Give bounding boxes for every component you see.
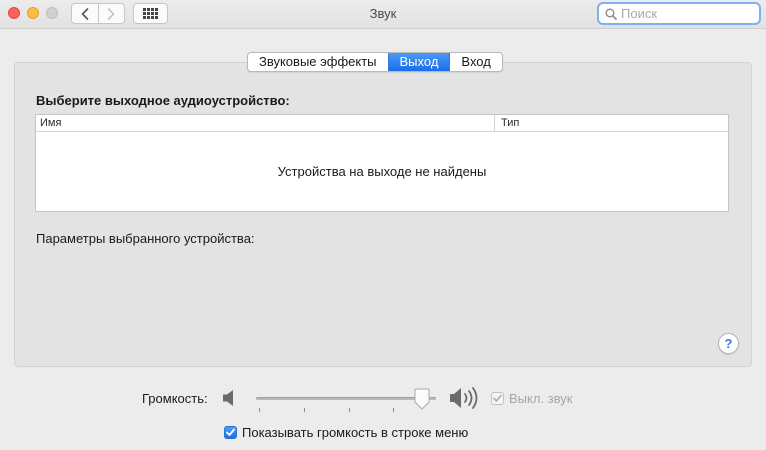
title-bar: Звук [0, 0, 766, 29]
device-settings-label: Параметры выбранного устройства: [36, 231, 255, 246]
search-icon [605, 8, 617, 20]
empty-devices-message: Устройства на выходе не найдены [277, 164, 487, 179]
tab-sound-effects[interactable]: Звуковые эффекты [248, 53, 388, 71]
tab-input[interactable]: Вход [449, 53, 501, 71]
speaker-low-icon [223, 390, 233, 406]
show-volume-in-menu-checkbox[interactable] [224, 426, 237, 440]
slider-tick [304, 408, 305, 412]
show-volume-in-menu-label: Показывать громкость в строке меню [242, 425, 469, 440]
speaker-high-icon [450, 387, 478, 409]
output-device-table[interactable]: Имя Тип Устройства на выходе не найдены [35, 114, 729, 212]
column-header-name[interactable]: Имя [36, 115, 495, 131]
show-volume-in-menu-row: Показывать громкость в строке меню [224, 425, 468, 440]
mute-checkbox-row: Выкл. звук [491, 391, 572, 406]
mute-checkbox[interactable] [491, 392, 504, 406]
slider-tick [259, 408, 260, 412]
table-header: Имя Тип [36, 115, 728, 132]
volume-slider-thumb[interactable] [413, 388, 431, 412]
tab-output[interactable]: Выход [387, 53, 450, 71]
output-device-heading: Выберите выходное аудиоустройство: [36, 93, 290, 108]
checkmark-icon [493, 394, 502, 402]
volume-label: Громкость: [142, 391, 208, 406]
tab-bar: Звуковые эффекты Выход Вход [247, 52, 503, 72]
mute-label: Выкл. звук [509, 391, 573, 406]
checkmark-icon [226, 428, 235, 436]
help-button[interactable]: ? [718, 333, 739, 354]
slider-tick [349, 408, 350, 412]
slider-tick [393, 408, 394, 412]
column-header-type[interactable]: Тип [495, 115, 519, 131]
volume-slider[interactable] [254, 388, 440, 417]
volume-slider-track [256, 397, 436, 400]
search-input[interactable] [621, 6, 751, 21]
search-field[interactable] [597, 2, 761, 25]
